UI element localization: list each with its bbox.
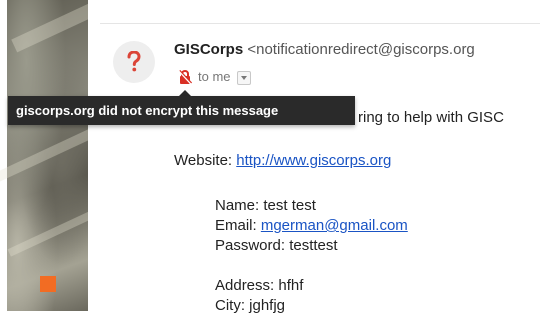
website-line: Website: http://www.giscorps.org (174, 151, 391, 171)
email-link[interactable]: mgerman@gmail.com (261, 217, 408, 234)
header-divider (100, 23, 540, 24)
city-line: City: jghfjg (215, 297, 286, 314)
recipient-label: to me (198, 69, 231, 84)
texture-streak (7, 211, 88, 257)
orange-marker (40, 276, 56, 292)
message-intro-fragment: ring to help with GISC (358, 109, 504, 126)
chevron-down-icon[interactable] (236, 71, 251, 85)
left-gap (0, 0, 7, 311)
background-image-panel (0, 0, 88, 311)
password-line: Password: testtest (215, 237, 338, 254)
unencrypted-lock-icon[interactable] (178, 69, 192, 85)
encryption-tooltip: giscorps.org did not encrypt this messag… (8, 96, 355, 125)
website-link[interactable]: http://www.giscorps.org (236, 152, 391, 169)
sender-email: <notificationredirect@giscorps.org (247, 41, 475, 58)
email-label: Email: (215, 217, 261, 234)
email-line: Email: mgerman@gmail.com (215, 216, 408, 236)
texture-streak (0, 127, 88, 183)
sender-line: GISCorps <notificationredirect@giscorps.… (174, 39, 475, 61)
address-line: Address: hfhf (215, 277, 304, 294)
website-label: Website: (174, 152, 237, 169)
recipient-line: to me (178, 68, 251, 86)
texture-streak (11, 1, 88, 53)
question-mark-icon (127, 51, 141, 72)
name-line: Name: test test (215, 197, 316, 214)
sender-avatar[interactable] (113, 41, 155, 83)
sender-name[interactable]: GISCorps (174, 41, 243, 58)
